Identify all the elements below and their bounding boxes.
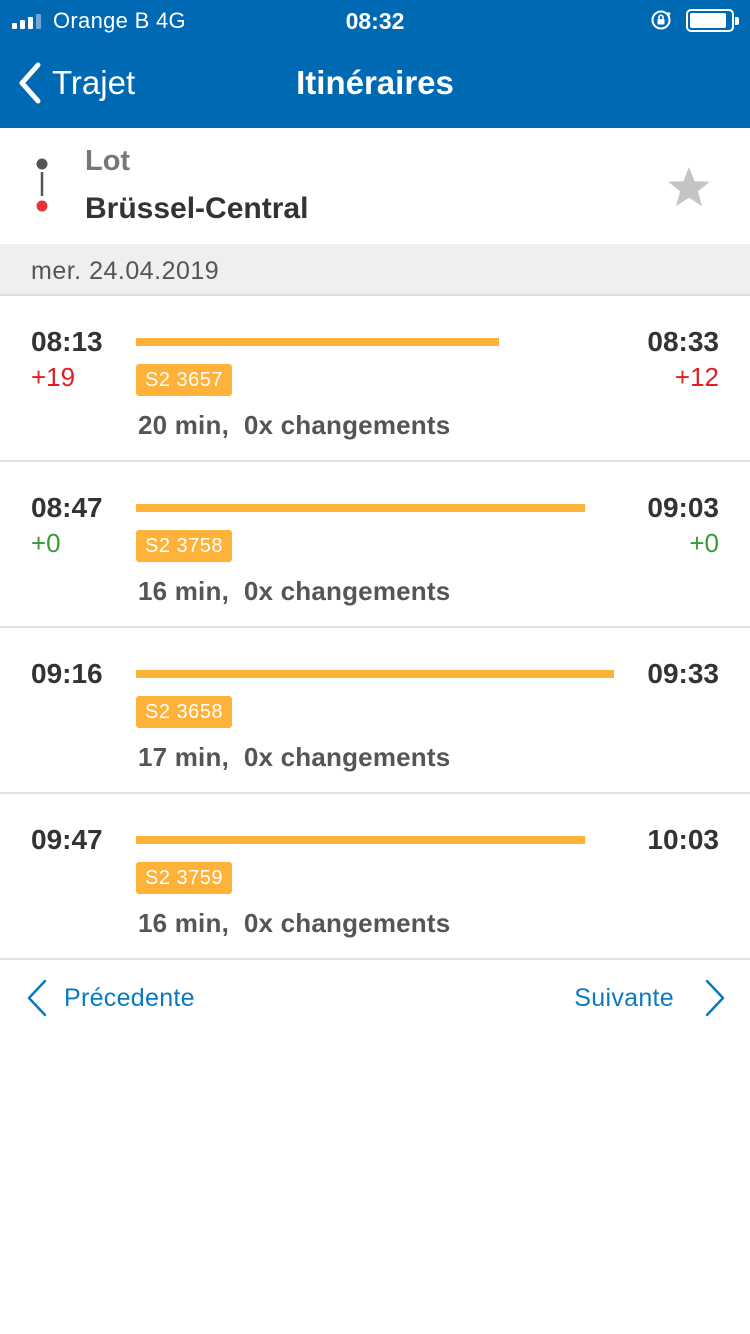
duration: 17 min, (138, 742, 229, 772)
train-badge: S2 3657 (136, 364, 233, 396)
duration: 16 min, (138, 576, 229, 606)
changes: 0x changements (243, 908, 451, 938)
chevron-left-icon (27, 979, 47, 1017)
duration: 16 min, (138, 908, 229, 938)
battery-icon (686, 9, 739, 32)
previous-label: Précedente (64, 983, 195, 1012)
pagination: Précedente Suivante (0, 960, 750, 1036)
connection-row[interactable]: 08:47 +0 S2 3758 16 min, 0x changements … (0, 462, 750, 628)
route-line-icon (36, 158, 48, 212)
changes: 0x changements (243, 410, 451, 440)
route-from: Lot (85, 145, 131, 177)
star-icon[interactable] (666, 165, 712, 209)
departure-time: 09:16 (31, 658, 103, 689)
page-title: Itinéraires (296, 64, 454, 101)
duration: 20 min, (138, 410, 229, 440)
connection-row[interactable]: 09:47 S2 3759 16 min, 0x changements 10:… (0, 794, 750, 960)
train-badge: S2 3658 (136, 696, 233, 728)
connection-row[interactable]: 09:16 S2 3658 17 min, 0x changements 09:… (0, 628, 750, 794)
journey-summary: 20 min, 0x changements (138, 410, 450, 441)
departure-delay: +0 (31, 528, 61, 558)
connection-row[interactable]: 08:13 +19 S2 3657 20 min, 0x changements… (0, 296, 750, 462)
rotation-lock-icon (651, 10, 671, 30)
arrival-delay: +0 (689, 528, 719, 558)
departure-time: 09:47 (31, 824, 103, 855)
travel-date: mer. 24.04.2019 (31, 257, 220, 285)
connection-list: 08:13 +19 S2 3657 20 min, 0x changements… (0, 296, 750, 960)
previous-button[interactable]: Précedente (26, 978, 195, 1018)
chevron-right-icon (705, 979, 725, 1017)
date-bar: mer. 24.04.2019 (0, 244, 750, 296)
journey-summary: 17 min, 0x changements (138, 742, 450, 773)
train-badge: S2 3759 (136, 862, 233, 894)
arrival-time: 10:03 (647, 824, 719, 855)
changes: 0x changements (243, 576, 451, 606)
next-label: Suivante (574, 983, 674, 1012)
arrival-time: 08:33 (647, 326, 719, 357)
arrival-delay: +12 (674, 362, 719, 392)
journey-summary: 16 min, 0x changements (138, 576, 450, 607)
journey-bar (136, 670, 614, 678)
train-badge: S2 3758 (136, 530, 233, 562)
journey-bar (136, 338, 499, 346)
departure-time: 08:13 (31, 326, 103, 357)
changes: 0x changements (243, 742, 451, 772)
journey-bar (136, 504, 585, 512)
departure-delay: +19 (31, 362, 76, 392)
route-to: Brüssel-Central (85, 192, 309, 225)
departure-time: 08:47 (31, 492, 103, 523)
arrival-time: 09:03 (647, 492, 719, 523)
arrival-time: 09:33 (647, 658, 719, 689)
journey-summary: 16 min, 0x changements (138, 908, 450, 939)
app-header: Orange B 4G 08:32 Trajet Itinéraires (0, 0, 750, 128)
next-button[interactable]: Suivante (574, 978, 725, 1018)
journey-bar (136, 836, 585, 844)
status-time: 08:32 (345, 8, 405, 34)
status-bar: Orange B 4G 08:32 (0, 0, 750, 40)
